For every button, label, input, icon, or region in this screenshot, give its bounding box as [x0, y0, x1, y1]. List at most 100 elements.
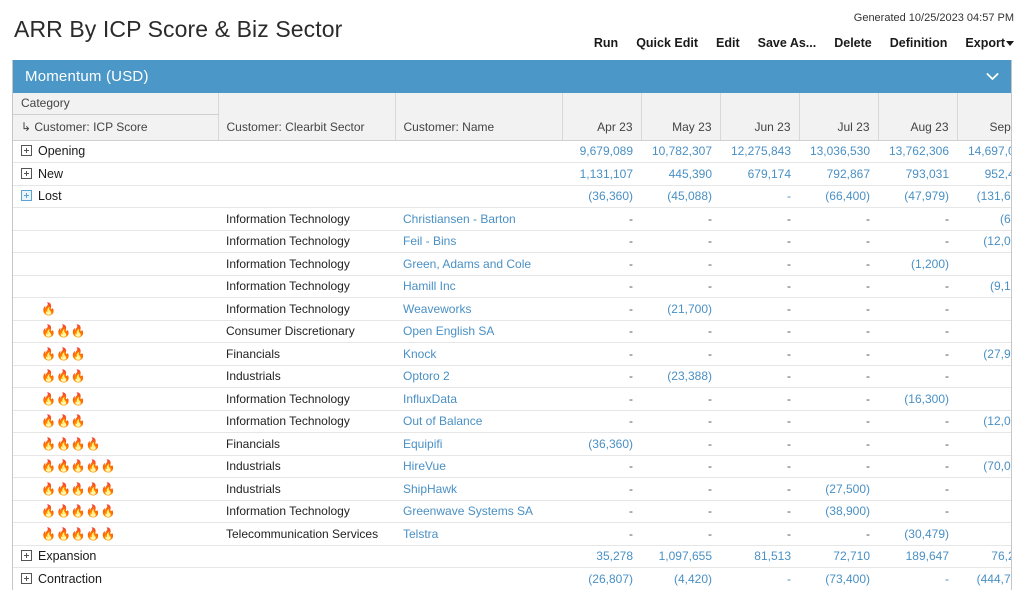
- cell-sector: Information Technology: [218, 252, 395, 276]
- header-blank-m5: [878, 93, 958, 114]
- cell-month-3: -: [720, 342, 799, 366]
- cell-month-5: 793,031: [878, 162, 957, 186]
- header-month-6[interactable]: Sep 23: [957, 114, 1011, 141]
- cell-customer-name[interactable]: Telstra: [395, 522, 562, 546]
- fire-icon: 🔥: [85, 436, 101, 451]
- cell-month-6: 76,206: [957, 545, 1011, 568]
- cell-month-4: -: [799, 522, 878, 546]
- cell-month-3: -: [720, 567, 799, 590]
- cell-sector: [218, 185, 395, 208]
- cell-month-3: -: [720, 207, 799, 231]
- cell-month-4: -: [799, 297, 878, 321]
- cell-month-2: -: [641, 320, 720, 343]
- action-menu: Run Quick Edit Edit Save As... Delete Definit…: [594, 36, 1014, 50]
- cell-month-2: (4,420): [641, 567, 720, 590]
- expand-icon[interactable]: [21, 167, 32, 179]
- cell-month-1: 9,679,089: [562, 140, 641, 163]
- collapse-icon[interactable]: [21, 190, 32, 202]
- cell-month-2: -: [641, 230, 720, 253]
- table-row: Information Technology Feil - Bins - - - - - (1…: [13, 230, 1011, 253]
- cell-customer-name[interactable]: Feil - Bins: [395, 230, 562, 253]
- cell-month-3: -: [720, 410, 799, 433]
- cell-month-6: 0: [957, 320, 1011, 343]
- header-icp-score[interactable]: ↳ Customer: ICP Score: [13, 114, 219, 141]
- cell-month-4: -: [799, 342, 878, 366]
- expand-icon[interactable]: [21, 572, 32, 584]
- cell-month-5: -: [878, 500, 957, 523]
- table-header: Category ↳ Customer: ICP Score Customer: …: [13, 93, 1011, 141]
- cell-customer-name[interactable]: Hamill Inc: [395, 275, 562, 298]
- cell-customer-name[interactable]: Open English SA: [395, 320, 562, 343]
- cell-name: [395, 567, 562, 590]
- fire-icon: 🔥: [70, 526, 86, 541]
- cell-icp-score: [13, 275, 218, 298]
- expand-icon[interactable]: [21, 550, 32, 562]
- table-row: 🔥🔥🔥IndustrialsOptoro 2-(23,388)----: [13, 365, 1011, 388]
- cell-month-6: -: [957, 432, 1011, 456]
- cell-customer-name[interactable]: Optoro 2: [395, 365, 562, 388]
- fire-rating: 🔥🔥🔥: [21, 347, 86, 361]
- cell-month-1: -: [562, 207, 641, 231]
- cell-month-4: 792,867: [799, 162, 878, 186]
- chevron-down-icon[interactable]: [984, 68, 1001, 85]
- cell-month-3: 679,174: [720, 162, 799, 186]
- header-clearbit-sector[interactable]: Customer: Clearbit Sector: [218, 114, 396, 141]
- expand-icon[interactable]: [21, 145, 32, 157]
- fire-icon: 🔥: [100, 526, 116, 541]
- header-month-4[interactable]: Jul 23: [799, 114, 879, 141]
- cell-month-5: (1,200): [878, 252, 957, 276]
- cell-sector: [218, 567, 395, 590]
- cell-month-1: -: [562, 365, 641, 388]
- header-month-1[interactable]: Apr 23: [562, 114, 642, 141]
- cell-month-1: -: [562, 275, 641, 298]
- fire-icon: 🔥: [55, 324, 71, 339]
- cell-sector: Financials: [218, 432, 395, 456]
- cell-month-3: -: [720, 365, 799, 388]
- cell-customer-name[interactable]: Green, Adams and Cole: [395, 252, 562, 276]
- cell-customer-name[interactable]: ShipHawk: [395, 477, 562, 501]
- cell-month-4: 13,036,530: [799, 140, 878, 163]
- cell-month-6: -: [957, 252, 1011, 276]
- quick-edit-button[interactable]: Quick Edit: [636, 36, 698, 50]
- cell-month-1: (36,360): [562, 185, 641, 208]
- cell-month-5: (30,479): [878, 522, 957, 546]
- cell-customer-name[interactable]: Greenwave Systems SA: [395, 500, 562, 523]
- cell-customer-name[interactable]: Knock: [395, 342, 562, 366]
- export-button[interactable]: Export: [965, 36, 1014, 50]
- fire-icon: 🔥: [55, 481, 71, 496]
- cell-customer-name[interactable]: Christiansen - Barton: [395, 207, 562, 231]
- cell-month-2: -: [641, 432, 720, 456]
- cell-month-4: -: [799, 252, 878, 276]
- cell-month-6: (648): [957, 207, 1011, 231]
- cell-month-5: (47,979): [878, 185, 957, 208]
- cell-month-4: -: [799, 275, 878, 298]
- definition-button[interactable]: Definition: [890, 36, 948, 50]
- cell-sector: Industrials: [218, 365, 395, 388]
- cell-month-5: -: [878, 207, 957, 231]
- header-month-3[interactable]: Jun 23: [720, 114, 800, 141]
- cell-customer-name[interactable]: Out of Balance: [395, 410, 562, 433]
- run-button[interactable]: Run: [594, 36, 618, 50]
- edit-button[interactable]: Edit: [716, 36, 740, 50]
- cell-month-5: -: [878, 342, 957, 366]
- header-month-2[interactable]: May 23: [641, 114, 721, 141]
- table-row: 🔥🔥🔥 Information Technology InfluxData - - - -(…: [13, 387, 1011, 411]
- cell-month-2: -: [641, 342, 720, 366]
- cell-customer-name[interactable]: InfluxData: [395, 387, 562, 411]
- fire-icon: 🔥: [70, 436, 86, 451]
- cell-icp-score: 🔥🔥🔥: [13, 387, 218, 411]
- save-as-button[interactable]: Save As...: [758, 36, 817, 50]
- table-row: Information Technology Christiansen - Bar…: [13, 207, 1011, 231]
- panel-header: Momentum (USD): [13, 60, 1011, 93]
- fire-icon: 🔥: [70, 481, 86, 496]
- cell-customer-name[interactable]: Equipifi: [395, 432, 562, 456]
- cell-month-2: 1,097,655: [641, 545, 720, 568]
- header-customer-name[interactable]: Customer: Name: [395, 114, 563, 141]
- cell-customer-name[interactable]: Weaveworks: [395, 297, 562, 321]
- cell-month-5: (16,300): [878, 387, 957, 411]
- table-row: 🔥🔥🔥🔥🔥IndustrialsHireVue-----(70,000): [13, 455, 1011, 478]
- header-month-5[interactable]: Aug 23: [878, 114, 958, 141]
- cell-month-5: -: [878, 432, 957, 456]
- cell-customer-name[interactable]: HireVue: [395, 455, 562, 478]
- delete-button[interactable]: Delete: [834, 36, 872, 50]
